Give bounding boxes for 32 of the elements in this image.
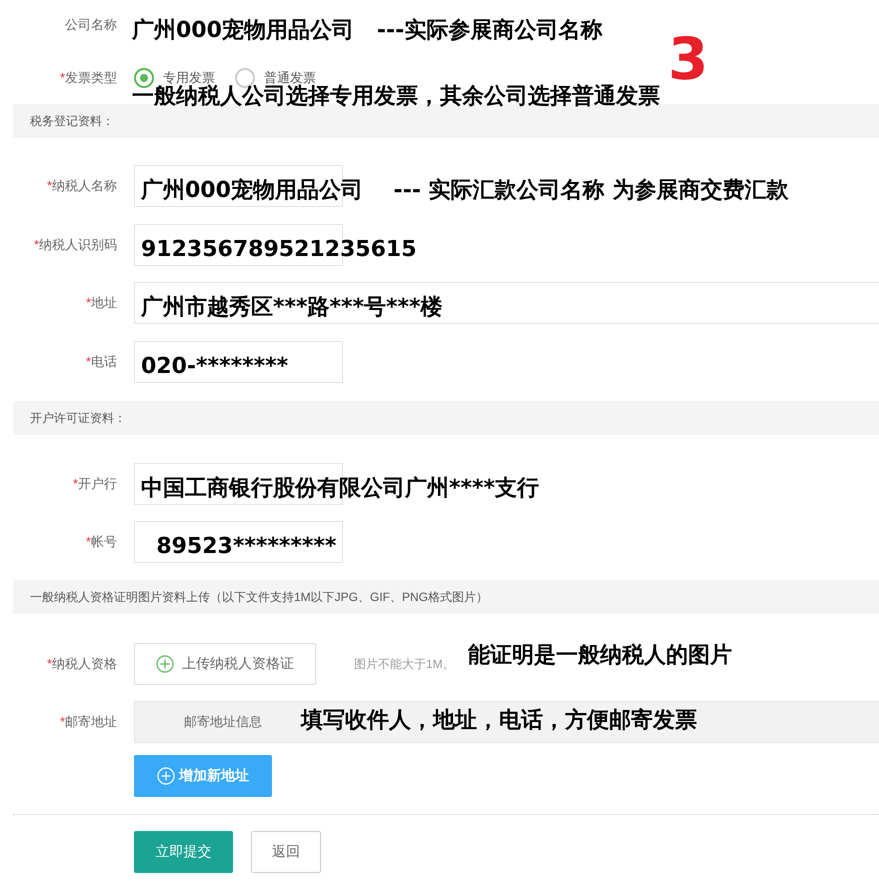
field-label: *纳税人资格 [46,655,117,673]
input-field[interactable]: 广州市越秀区***路***号***楼 [134,282,879,324]
field-label: *纳税人识别码 [32,236,117,254]
field-label: *帐号 [84,533,117,551]
input-field[interactable]: 中国工商银行股份有限公司广州****支行 [134,463,540,505]
section-title: 开户许可证资料： [30,410,126,426]
annotation-text: 一般纳税人公司选择专用发票，其余公司选择普通发票 [132,86,660,108]
field-label: *电话 [84,353,117,371]
field-label: *开户行 [72,475,117,493]
annotation-text: 广州000宠物用品公司 ---实际参展商公司名称 [132,20,602,42]
field-label: 公司名称 [64,16,117,34]
back-button[interactable]: 返回 [251,831,321,873]
step-number: 3 [668,30,708,88]
field-label: *邮寄地址 [58,713,117,731]
input-field[interactable]: 912356789521235615 [134,224,417,266]
radio-label: 专用发票 [163,69,215,85]
upload-button[interactable]: 上传纳税人资格证 [134,643,316,685]
input-field[interactable]: 89523********* [134,521,343,563]
address-info: 邮寄地址信息 [184,713,262,731]
input-field[interactable]: 020-******** [134,341,343,383]
annotation-text: 填写收件人，地址，电话，方便邮寄发票 [301,710,697,732]
plus-icon [156,655,174,673]
field-label: *地址 [84,294,117,312]
radio-label: 普通发票 [264,69,316,85]
plus-icon [157,767,175,785]
field-label: *发票类型 [58,69,117,87]
input-field[interactable]: 广州000宠物用品公司 --- 实际汇款公司名称 为参展商交费汇款 [134,165,788,207]
section-title: 税务登记资料： [30,112,114,130]
field-label: *纳税人名称 [46,177,117,195]
hint-text: 图片不能大于1M。 [354,656,455,672]
section-title: 一般纳税人资格证明图片资料上传（以下文件支持1M以下JPG、GIF、PNG格式图片） [30,588,488,606]
annotation-text: 能证明是一般纳税人的图片 [468,645,732,667]
